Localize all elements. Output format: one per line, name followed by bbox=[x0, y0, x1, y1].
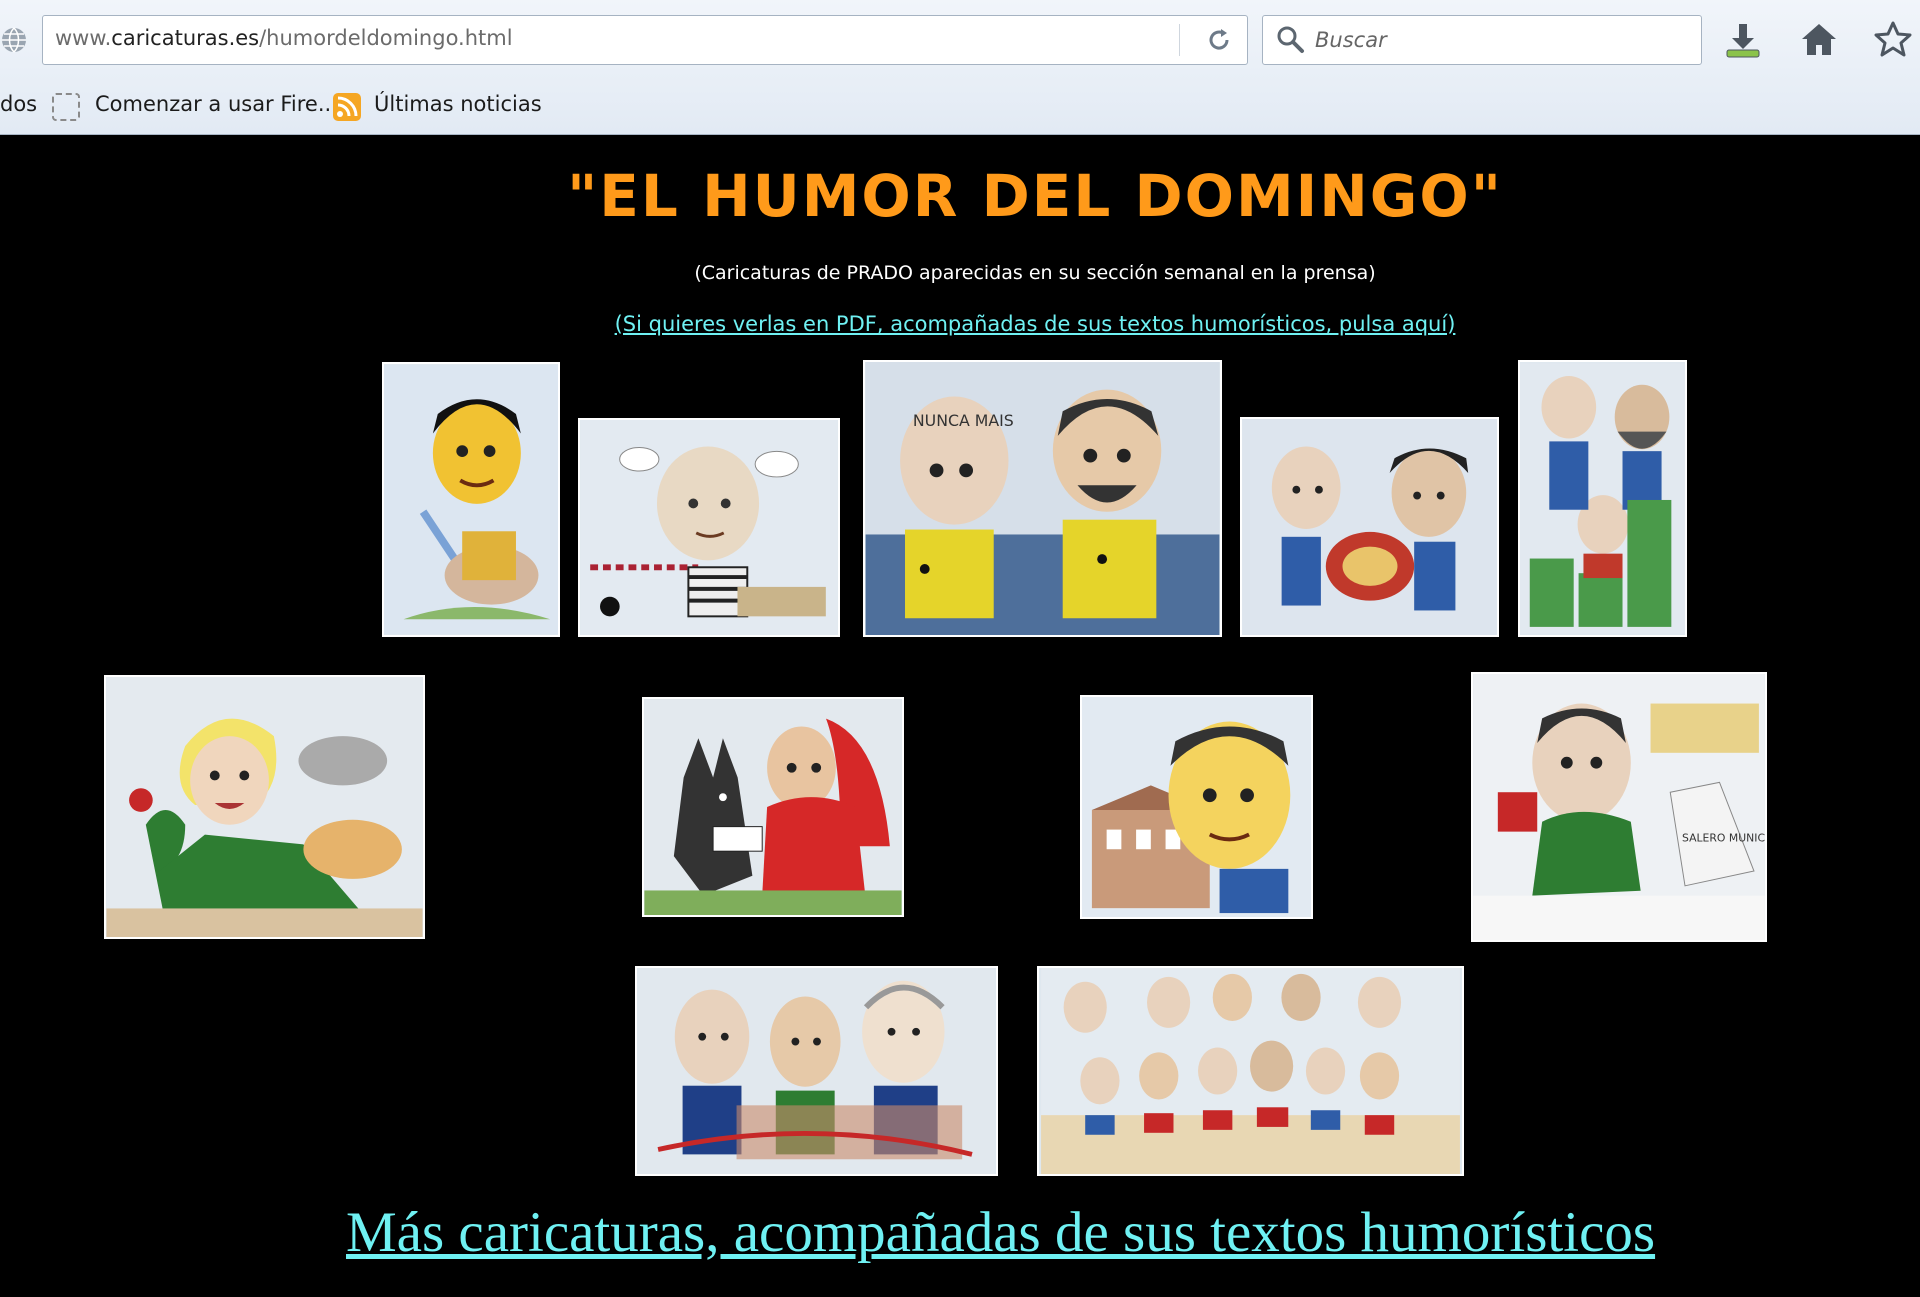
bookmark-getting-started[interactable]: Comenzar a usar Fire... bbox=[95, 92, 338, 116]
caricature-image-1 bbox=[384, 365, 558, 634]
caricature-thumbnail-1[interactable] bbox=[382, 362, 560, 637]
url-prefix: www. bbox=[55, 26, 112, 50]
url-bar[interactable]: www.caricaturas.es/humordeldomingo.html bbox=[42, 15, 1248, 65]
star-icon[interactable] bbox=[1873, 20, 1913, 60]
globe-icon bbox=[2, 27, 26, 53]
url-separator bbox=[1179, 24, 1180, 56]
caricature-image-3: NUNCA MAIS bbox=[865, 362, 1220, 635]
pdf-link-wrapper: (Si quieres verlas en PDF, acompañadas d… bbox=[0, 312, 1920, 336]
url-domain: caricaturas.es bbox=[111, 26, 260, 50]
caricature-thumbnail-10[interactable] bbox=[635, 966, 998, 1176]
bookmark-blank-icon bbox=[52, 93, 80, 121]
page-title: "EL HUMOR DEL DOMINGO" bbox=[567, 162, 1503, 230]
home-icon[interactable] bbox=[1799, 20, 1839, 60]
page-subtitle: (Caricaturas de PRADO aparecidas en su s… bbox=[694, 262, 1376, 284]
caricature-thumbnail-7[interactable] bbox=[642, 697, 904, 917]
nunca-mais-text: NUNCA MAIS bbox=[913, 411, 1014, 430]
pdf-link[interactable]: (Si quieres verlas en PDF, acompañadas d… bbox=[615, 312, 1456, 336]
caricature-thumbnail-3[interactable]: NUNCA MAIS bbox=[863, 360, 1222, 637]
caricature-thumbnail-2[interactable] bbox=[578, 418, 840, 637]
caricature-image-6 bbox=[106, 677, 423, 937]
caricature-thumbnail-5[interactable] bbox=[1518, 360, 1687, 637]
caricature-image-9: SALERO MUNICIPAL bbox=[1473, 674, 1765, 940]
caricature-image-5 bbox=[1520, 363, 1685, 634]
caricature-thumbnail-8[interactable] bbox=[1080, 695, 1313, 919]
bookmark-latest-news[interactable]: Últimas noticias bbox=[374, 92, 542, 116]
caricature-image-10 bbox=[638, 968, 995, 1174]
more-caricatures-link[interactable]: Más caricaturas, acompañadas de sus text… bbox=[346, 1200, 1655, 1265]
salero-text: SALERO MUNICIPAL bbox=[1682, 831, 1765, 844]
url-path: /humordeldomingo.html bbox=[259, 26, 513, 50]
search-input[interactable] bbox=[1313, 23, 1687, 57]
caricature-image-8 bbox=[1082, 697, 1311, 917]
caricature-image-11 bbox=[1041, 968, 1460, 1174]
search-bar[interactable] bbox=[1262, 15, 1702, 65]
caricature-image-2 bbox=[580, 420, 838, 635]
caricature-thumbnail-6[interactable] bbox=[104, 675, 425, 939]
download-icon[interactable] bbox=[1723, 20, 1763, 60]
caricature-image-7 bbox=[644, 699, 902, 915]
caricature-thumbnail-4[interactable] bbox=[1240, 417, 1499, 637]
caricature-image-4 bbox=[1242, 419, 1497, 635]
bookmark-partial[interactable]: dos bbox=[0, 92, 37, 116]
search-icon bbox=[1277, 26, 1304, 53]
browser-toolbar: www.caricaturas.es/humordeldomingo.html … bbox=[0, 0, 1920, 135]
caricature-thumbnail-9[interactable]: SALERO MUNICIPAL bbox=[1471, 672, 1767, 942]
reload-icon[interactable] bbox=[1205, 26, 1233, 54]
rss-icon bbox=[333, 93, 361, 121]
url-text[interactable]: www.caricaturas.es/humordeldomingo.html bbox=[55, 26, 513, 50]
caricature-thumbnail-11[interactable] bbox=[1037, 966, 1464, 1176]
